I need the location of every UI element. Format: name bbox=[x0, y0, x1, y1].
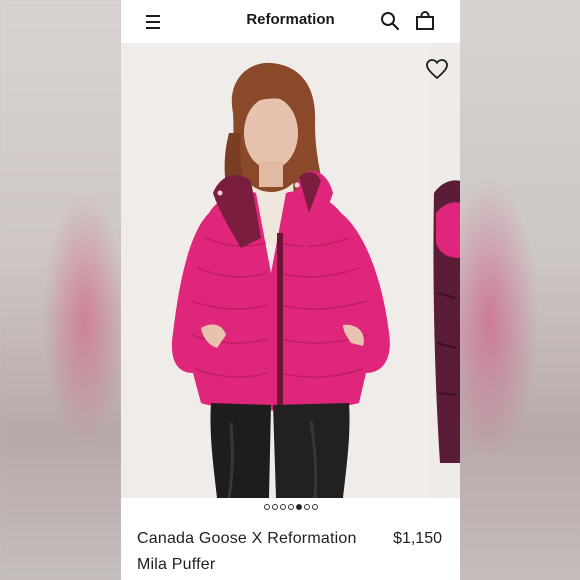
product-photo bbox=[121, 43, 426, 498]
carousel-dot[interactable] bbox=[263, 504, 270, 510]
carousel-pagination bbox=[121, 504, 460, 510]
product-image-carousel[interactable] bbox=[121, 43, 460, 498]
blurred-background-left bbox=[0, 0, 121, 580]
carousel-dot[interactable] bbox=[311, 504, 318, 510]
brand-logo-link[interactable]: Reformation bbox=[246, 11, 334, 28]
bag-icon[interactable] bbox=[414, 10, 436, 32]
top-navigation-bar: Reformation bbox=[121, 0, 460, 43]
carousel-dot[interactable] bbox=[303, 504, 310, 510]
product-name: Canada Goose X Reformation Mila Puffer bbox=[137, 530, 357, 573]
carousel-dot[interactable] bbox=[287, 504, 294, 510]
blurred-background-right bbox=[459, 0, 580, 580]
heart-icon[interactable] bbox=[425, 58, 449, 80]
carousel-dot[interactable] bbox=[279, 504, 286, 510]
product-price: $1,150 bbox=[393, 530, 442, 547]
brand-header: Reformation bbox=[121, 11, 460, 28]
search-icon[interactable] bbox=[379, 10, 401, 32]
phone-screen: Reformation Canada Goose X Reformation M… bbox=[121, 0, 460, 580]
next-product-photo-preview[interactable] bbox=[428, 43, 460, 498]
carousel-dot-active[interactable] bbox=[295, 504, 302, 510]
carousel-dot[interactable] bbox=[271, 504, 278, 510]
